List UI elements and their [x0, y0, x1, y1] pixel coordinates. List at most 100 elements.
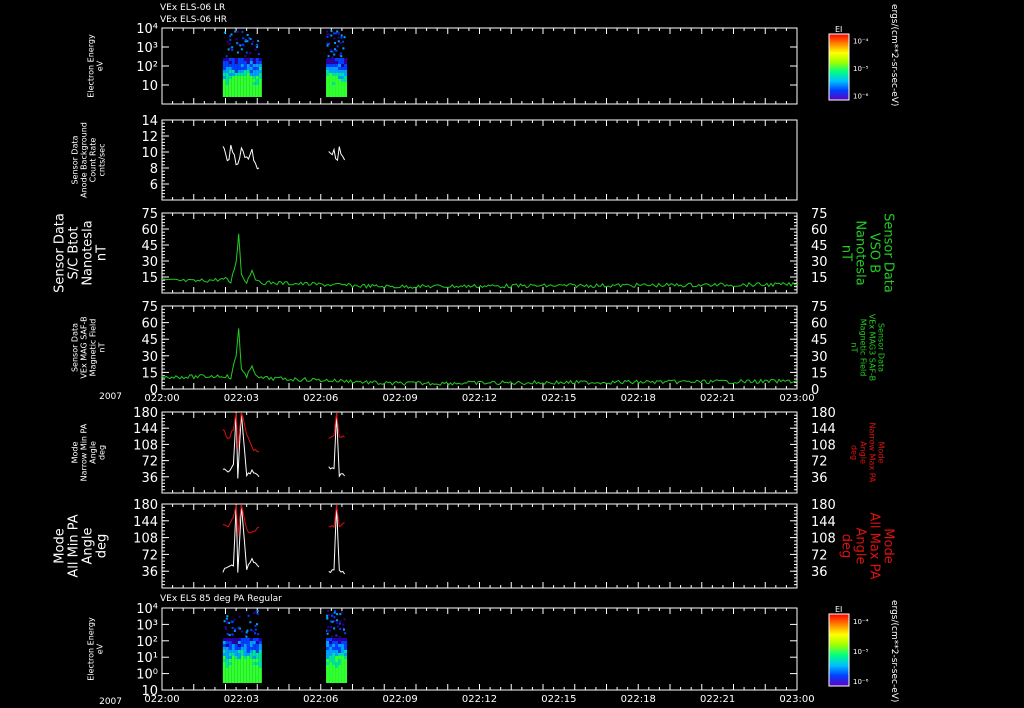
heatmap-cell — [332, 641, 336, 644]
y-axis-label-line: VEx MAG SAF-B — [79, 316, 88, 378]
heatmap-cell — [258, 659, 262, 662]
y-axis-label-right-line: deg — [838, 534, 853, 559]
heatmap-speck — [339, 52, 342, 55]
heatmap-cell — [231, 91, 235, 94]
header-line2: VEx ELS-06 HR — [160, 15, 227, 25]
heatmap-cell — [234, 668, 238, 671]
heatmap-cell — [344, 91, 348, 94]
heatmap-cell — [255, 647, 259, 650]
y-tick-label: 10⁴ — [136, 22, 158, 37]
heatmap-speck — [226, 40, 229, 43]
heatmap-cell — [246, 653, 250, 656]
heatmap-speck — [236, 51, 239, 54]
heatmap-speck — [246, 629, 249, 632]
y-axis-label-right-line: VSO B — [866, 233, 881, 273]
heatmap-cell — [329, 58, 333, 61]
heatmap-cell — [222, 94, 226, 97]
heatmap-cell — [332, 76, 336, 79]
heatmap-cell — [258, 94, 262, 97]
heatmap-cell — [252, 82, 256, 85]
heatmap-cell — [222, 671, 226, 674]
heatmap-cell — [332, 680, 336, 683]
heatmap-cell — [231, 638, 235, 641]
heatmap-cell — [252, 67, 256, 70]
heatmap-speck — [327, 626, 330, 629]
heatmap-cell — [249, 73, 253, 76]
y-axis-label-line: eV — [95, 643, 104, 654]
heatmap-cell — [258, 638, 262, 641]
heatmap-speck — [231, 46, 234, 49]
heatmap-cell — [332, 674, 336, 677]
y-axis-label-right: ModeAll Max PAAngledeg — [838, 512, 895, 579]
heatmap-cell — [225, 659, 229, 662]
heatmap-cell — [255, 91, 259, 94]
heatmap-cell — [228, 665, 232, 668]
heatmap-cell — [252, 662, 256, 665]
heatmap-cell — [255, 650, 259, 653]
heatmap-speck — [244, 55, 247, 58]
heatmap-cell — [237, 88, 241, 91]
heatmap-cell — [332, 70, 336, 73]
heatmap-cell — [255, 79, 259, 82]
heatmap-cell — [249, 644, 253, 647]
series-line-white — [328, 504, 346, 575]
heatmap-cell — [338, 638, 342, 641]
heatmap-cell — [225, 82, 229, 85]
heatmap-speck — [337, 33, 340, 36]
y-tick-label-right: 72 — [811, 548, 828, 563]
heatmap-cell — [249, 82, 253, 85]
heatmap-cell — [225, 647, 229, 650]
heatmap-cell — [258, 653, 262, 656]
heatmap-cell — [249, 641, 253, 644]
y-tick-label: 10³ — [136, 618, 158, 633]
heatmap-cell — [332, 668, 336, 671]
heatmap-cell — [338, 85, 342, 88]
y-axis-label-right-line: VEx MAG3 SAF-B — [868, 314, 877, 381]
heatmap-cell — [234, 91, 238, 94]
heatmap-cell — [246, 58, 250, 61]
heatmap-cell — [332, 91, 336, 94]
heatmap-speck — [336, 613, 339, 616]
heatmap-cell — [258, 665, 262, 668]
heatmap-cell — [255, 665, 259, 668]
y-tick-label: 30 — [141, 255, 158, 270]
heatmap-cell — [332, 79, 336, 82]
heatmap-speck — [234, 30, 237, 33]
x-tick-label: 022:12 — [462, 393, 497, 404]
heatmap-cell — [329, 662, 333, 665]
x-tick-label: 022:15 — [541, 694, 576, 705]
heatmap-cell — [335, 70, 339, 73]
heatmap-cell — [222, 662, 226, 665]
heatmap-cell — [329, 659, 333, 662]
heatmap-cell — [258, 680, 262, 683]
heatmap-cell — [335, 58, 339, 61]
heatmap-cell — [231, 58, 235, 61]
y-axis-label-right-line: Magnetic Field — [859, 319, 868, 377]
heatmap-cell — [335, 650, 339, 653]
heatmap-cell — [231, 659, 235, 662]
heatmap-cell — [222, 638, 226, 641]
y-axis-label-line: cnts/sec — [97, 144, 106, 177]
y-tick-label: 10¹ — [136, 651, 158, 666]
heatmap-cell — [344, 680, 348, 683]
heatmap-cell — [231, 671, 235, 674]
heatmap-cell — [255, 659, 259, 662]
colorbar-tick-label: 10⁻⁶ — [853, 678, 869, 686]
heatmap-cell — [225, 91, 229, 94]
panel-frame — [161, 503, 798, 589]
heatmap-cell — [231, 64, 235, 67]
heatmap-cell — [335, 677, 339, 680]
heatmap-cell — [341, 638, 345, 641]
x-tick-label: 022:21 — [700, 694, 735, 705]
heatmap-cell — [228, 88, 232, 91]
heatmap-speck — [237, 43, 240, 46]
heatmap-cell — [246, 64, 250, 67]
heatmap-cell — [222, 641, 226, 644]
heatmap-cell — [252, 88, 256, 91]
y-tick-label: 144 — [133, 515, 158, 530]
heatmap-cell — [255, 662, 259, 665]
heatmap-cell — [329, 656, 333, 659]
heatmap-cell — [243, 638, 247, 641]
heatmap-cell — [222, 665, 226, 668]
heatmap-speck — [247, 614, 250, 617]
